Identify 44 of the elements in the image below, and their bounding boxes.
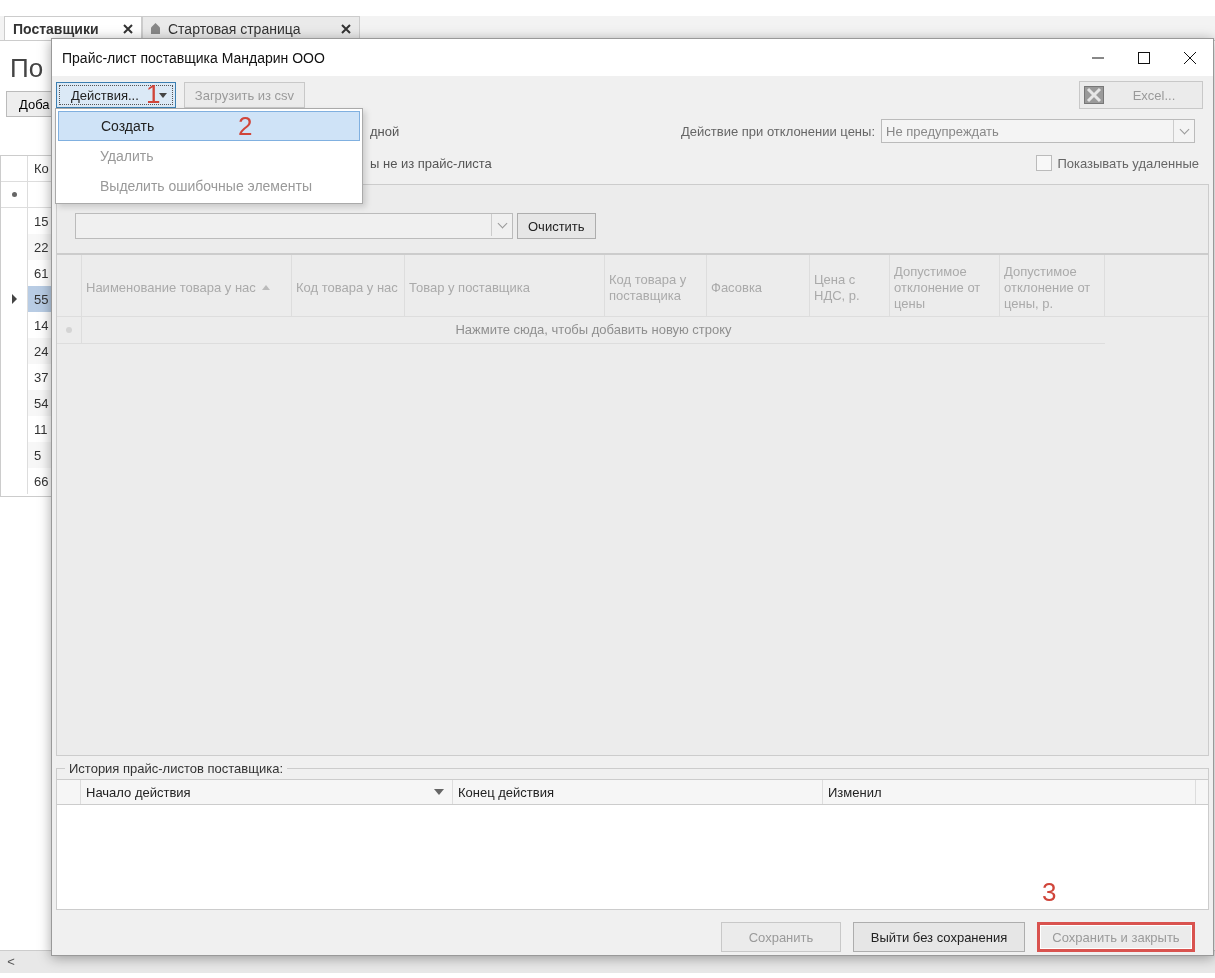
column-header[interactable]: Товар у поставщика [405,255,605,316]
clear-button[interactable]: Очистить [517,213,596,239]
table-cell-text: 37 [33,368,50,387]
column-header[interactable]: Начало действия [81,780,453,804]
column-header[interactable]: Конец действия [453,780,823,804]
tab[interactable]: Стартовая страница [142,16,360,40]
column-header[interactable]: Допустимое отклонение от цены [890,255,1000,316]
column-header[interactable]: Цена с НДС, р. [810,255,890,316]
column-header[interactable]: Допустимое отклонение от цены, р. [1000,255,1105,316]
table-cell-text: 15 [33,212,50,231]
sort-arrow-icon [261,285,270,290]
annotation-number: 1 [146,80,161,108]
table-cell-text: 14 [33,316,50,335]
group-title: История прайс-листов поставщика: [69,761,283,776]
scroll-left-button[interactable]: < [0,951,22,973]
home-icon [151,23,160,34]
spreadsheet-icon [1084,86,1104,104]
sort-arrow-icon [434,789,444,795]
table-cell-text: 66 [33,472,50,491]
page-title: По [10,53,44,85]
column-header[interactable]: Код товара у поставщика [605,255,707,316]
field-label: Действие при отклонении цены: [681,123,875,139]
tab[interactable]: Поставщики [4,16,142,40]
table-cell-text: 11 [33,420,49,439]
checkbox[interactable] [1036,155,1053,171]
new-row-hint[interactable]: Нажмите сюда, чтобы добавить новую строку [82,317,1105,343]
annotation-number: 3 [1042,878,1057,906]
annotation-number: 2 [238,112,253,140]
price-deviation-dropdown[interactable]: Не предупреждать [881,119,1195,143]
column-header[interactable]: Наименование товара у нас [82,255,292,316]
caret-icon [158,92,167,98]
option-label: ы не из прайс-листа [370,155,492,171]
column-header[interactable]: Фасовка [707,255,810,316]
option-label: дной [370,123,400,139]
table-cell-text: 61 [33,264,50,283]
button[interactable]: Выйти без сохранения [853,922,1025,952]
row-pointer-icon [11,294,17,304]
close-icon[interactable] [123,23,133,34]
window-title: Прайс-лист поставщика Мандарин ООО [62,49,326,66]
new-row-icon [66,327,72,333]
close-icon[interactable] [341,23,351,34]
column-header[interactable]: Изменил [823,780,1196,804]
checkbox-label: Показывать удаленные [1057,155,1199,171]
column-header[interactable]: Код товара у нас [292,255,405,316]
